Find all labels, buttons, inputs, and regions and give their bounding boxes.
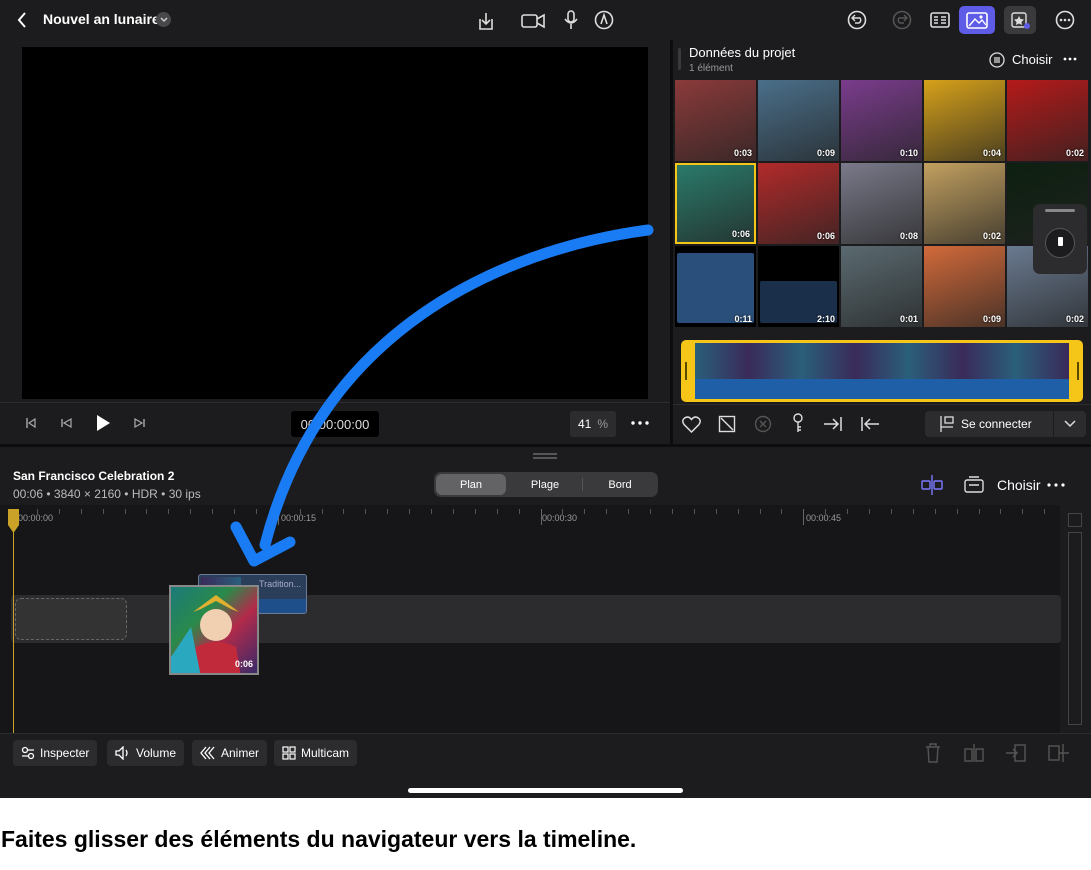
app-window: Nouvel an lunaire 00:00:00:00 41 % Donné… [0,0,1091,798]
drag-arrow-icon [230,224,654,567]
caption-text: Faites glisser des éléments du navigateu… [1,826,637,852]
